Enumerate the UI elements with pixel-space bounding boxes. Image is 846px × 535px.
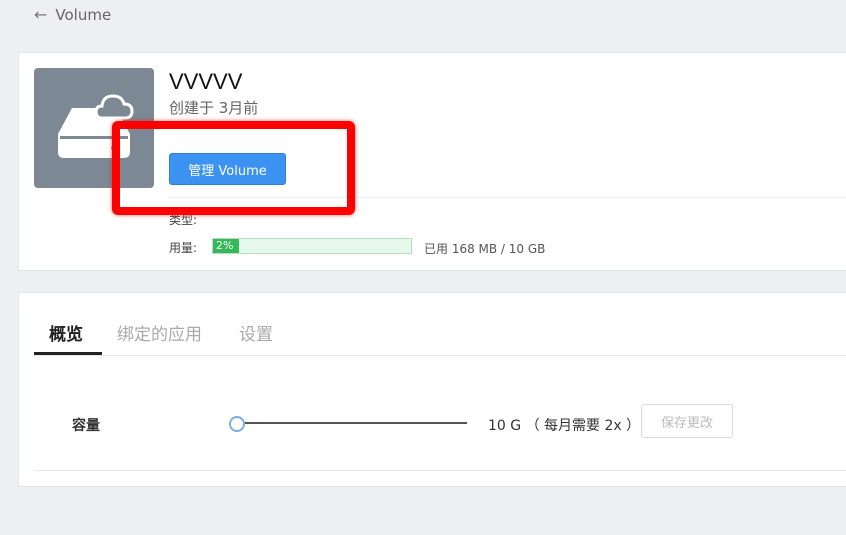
details-card: 概览 绑定的应用 设置 容量 10 G （ 每月需要 2x ） 保存更改 (18, 292, 846, 487)
tab-settings[interactable]: 设置 (239, 320, 273, 345)
capacity-slider-handle[interactable] (229, 416, 245, 432)
volume-name: VVVVV (169, 69, 243, 94)
tab-overview[interactable]: 概览 (49, 320, 83, 345)
capacity-label: 容量 (72, 418, 100, 434)
capacity-slider-track[interactable] (234, 422, 467, 424)
usage-progress-bar: 2% (212, 238, 412, 254)
usage-label: 用量: (169, 241, 198, 255)
tab-bound-apps[interactable]: 绑定的应用 (117, 320, 202, 345)
tab-bar: 概览 绑定的应用 设置 (34, 293, 846, 356)
save-changes-button[interactable]: 保存更改 (641, 404, 733, 438)
active-tab-indicator (34, 352, 102, 355)
capacity-value: 10 G （ 每月需要 2x ） (488, 418, 641, 434)
back-link[interactable]: ← Volume (34, 5, 111, 25)
usage-text: 已用 168 MB / 10 GB (424, 242, 546, 256)
back-label: Volume (55, 6, 112, 24)
back-arrow-icon: ← (34, 5, 48, 24)
divider (34, 470, 846, 471)
usage-progress-fill: 2% (213, 239, 239, 253)
highlight-box (112, 121, 355, 215)
created-time: 创建于 3月前 (169, 99, 259, 117)
